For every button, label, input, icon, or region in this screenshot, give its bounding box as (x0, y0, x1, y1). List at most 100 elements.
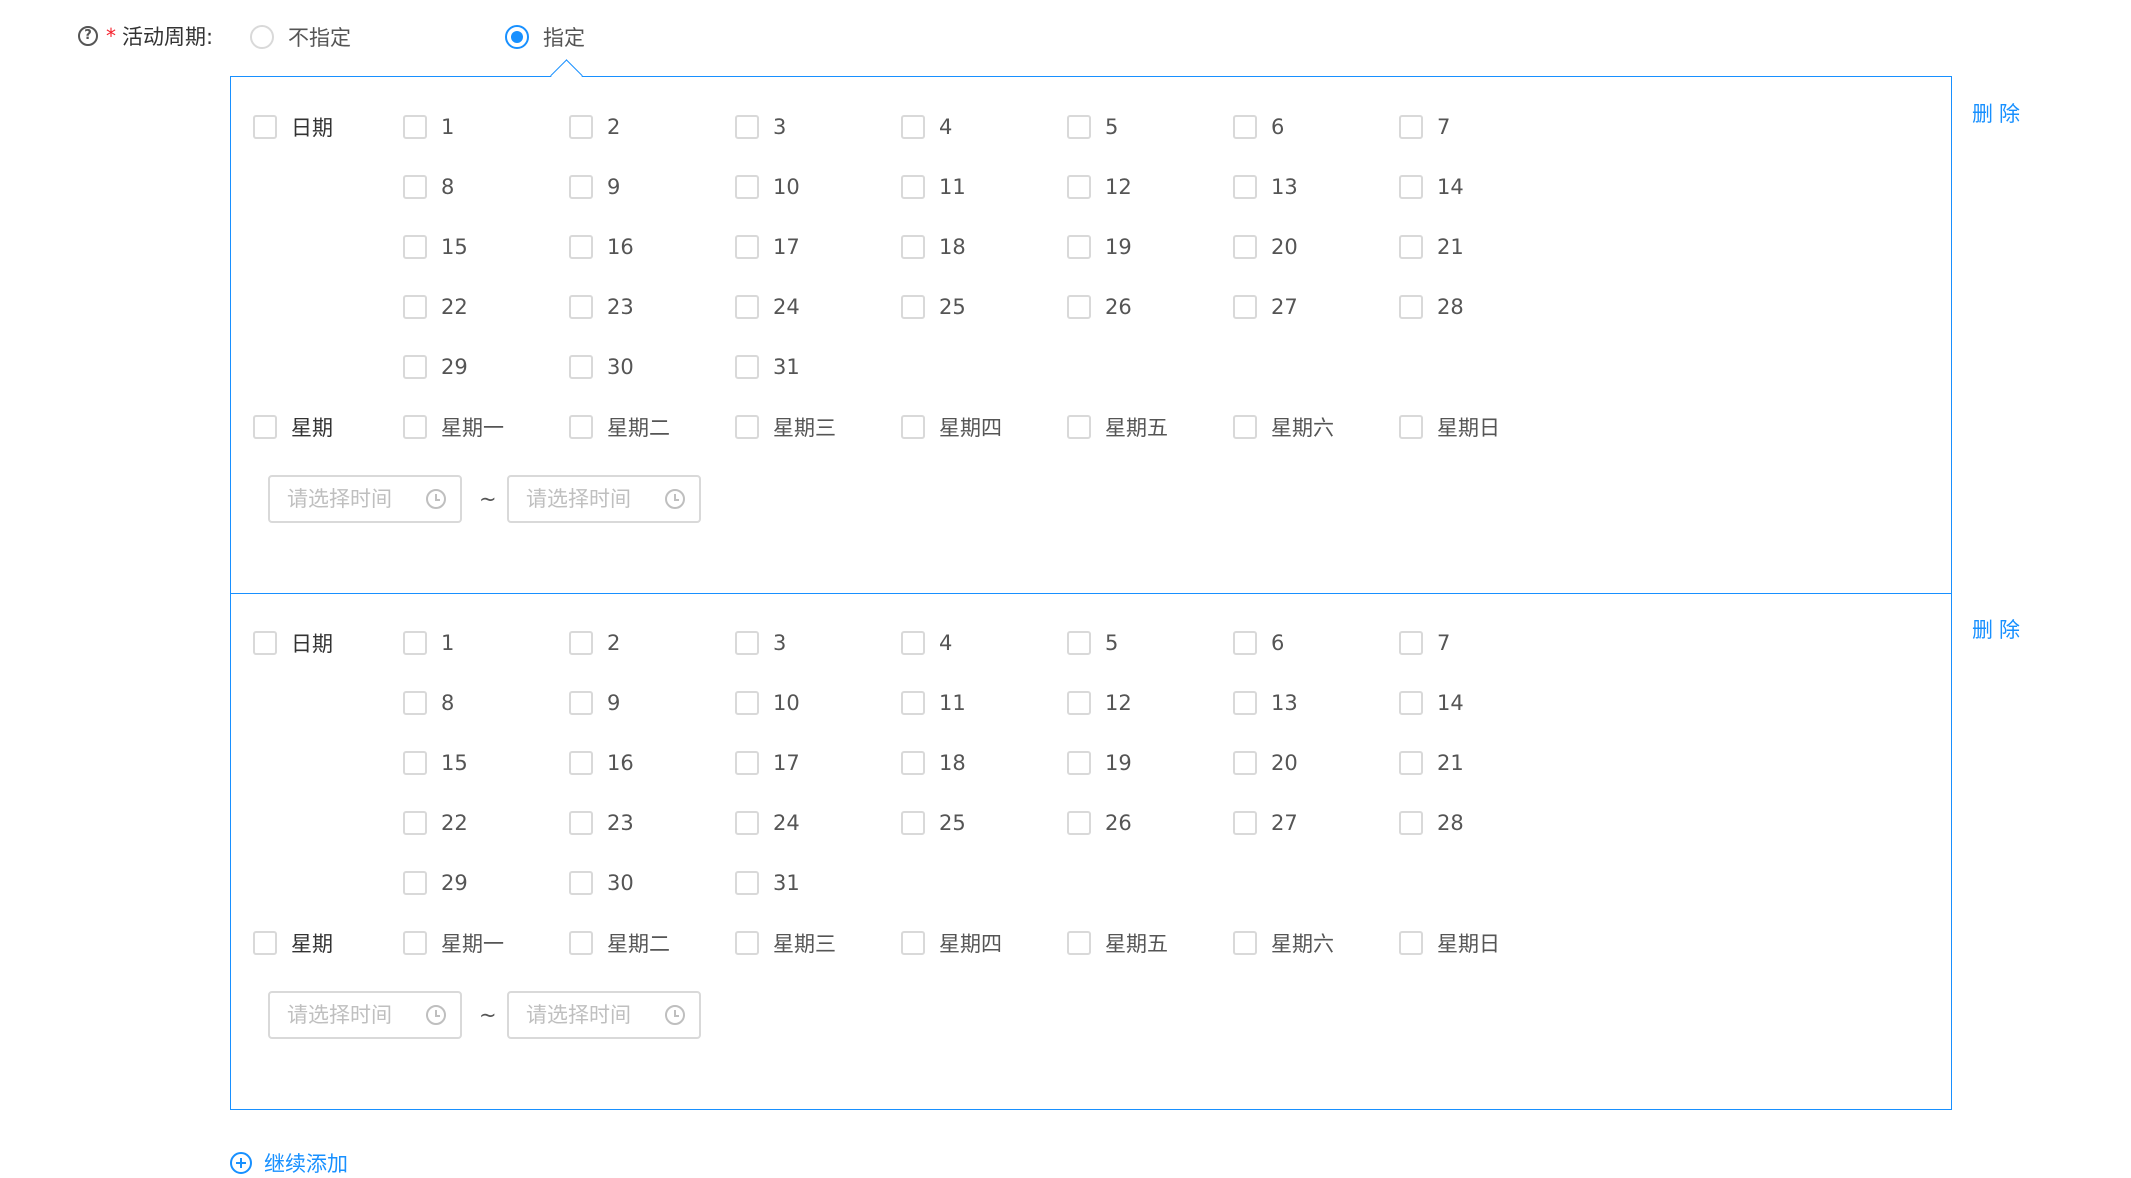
weekday-checkbox[interactable]: 星期四 (901, 412, 1002, 442)
checkbox[interactable] (1067, 295, 1091, 319)
checkbox-label[interactable]: 7 (1437, 631, 1450, 655)
checkbox-label[interactable]: 14 (1437, 175, 1464, 199)
day-checkbox[interactable]: 20 (1233, 232, 1298, 262)
day-checkbox[interactable]: 2 (569, 628, 620, 658)
checkbox-label[interactable]: 8 (441, 175, 454, 199)
time-input-field[interactable] (526, 487, 656, 511)
day-checkbox[interactable]: 10 (735, 172, 800, 202)
checkbox[interactable] (735, 115, 759, 139)
day-checkbox[interactable]: 23 (569, 292, 634, 322)
checkbox[interactable] (901, 175, 925, 199)
checkbox-label[interactable]: 27 (1271, 295, 1298, 319)
plus-circle-icon[interactable] (230, 1152, 252, 1174)
day-checkbox[interactable]: 1 (403, 112, 454, 142)
checkbox[interactable] (569, 631, 593, 655)
date-all-checkbox[interactable]: 日期 (253, 112, 333, 142)
day-checkbox[interactable]: 5 (1067, 112, 1118, 142)
checkbox-label[interactable]: 星期一 (441, 412, 504, 442)
day-checkbox[interactable]: 27 (1233, 808, 1298, 838)
question-circle-icon[interactable]: ? (78, 26, 98, 46)
checkbox-label[interactable]: 5 (1105, 631, 1118, 655)
checkbox-label[interactable]: 9 (607, 691, 620, 715)
checkbox[interactable] (569, 235, 593, 259)
checkbox-label[interactable]: 星期 (291, 928, 333, 958)
checkbox-label[interactable]: 21 (1437, 751, 1464, 775)
checkbox[interactable] (901, 751, 925, 775)
checkbox[interactable] (1067, 811, 1091, 835)
day-checkbox[interactable]: 1 (403, 628, 454, 658)
week-all-checkbox[interactable]: 星期 (253, 928, 333, 958)
checkbox-label[interactable]: 17 (773, 235, 800, 259)
checkbox[interactable] (735, 691, 759, 715)
checkbox[interactable] (735, 175, 759, 199)
day-checkbox[interactable]: 13 (1233, 688, 1298, 718)
checkbox-label[interactable]: 29 (441, 871, 468, 895)
radio-unspecified[interactable] (250, 25, 274, 49)
checkbox[interactable] (735, 751, 759, 775)
day-checkbox[interactable]: 29 (403, 352, 468, 382)
day-checkbox[interactable]: 12 (1067, 172, 1132, 202)
checkbox-label[interactable]: 30 (607, 355, 634, 379)
checkbox-label[interactable]: 星期三 (773, 928, 836, 958)
checkbox-label[interactable]: 7 (1437, 115, 1450, 139)
start-time-picker[interactable] (268, 475, 462, 523)
checkbox-label[interactable]: 22 (441, 811, 468, 835)
weekday-checkbox[interactable]: 星期五 (1067, 412, 1168, 442)
checkbox[interactable] (1399, 631, 1423, 655)
checkbox-label[interactable]: 28 (1437, 295, 1464, 319)
checkbox[interactable] (901, 235, 925, 259)
checkbox[interactable] (1233, 295, 1257, 319)
time-input-field[interactable] (526, 1003, 656, 1027)
day-checkbox[interactable]: 11 (901, 688, 966, 718)
radio-specified[interactable] (505, 25, 529, 49)
radio-label-unspecified[interactable]: 不指定 (288, 22, 351, 52)
checkbox[interactable] (735, 355, 759, 379)
checkbox-label[interactable]: 4 (939, 115, 952, 139)
weekday-checkbox[interactable]: 星期三 (735, 928, 836, 958)
checkbox-label[interactable]: 星期六 (1271, 412, 1334, 442)
week-all-checkbox[interactable]: 星期 (253, 412, 333, 442)
checkbox[interactable] (253, 115, 277, 139)
day-checkbox[interactable]: 10 (735, 688, 800, 718)
weekday-checkbox[interactable]: 星期六 (1233, 928, 1334, 958)
checkbox[interactable] (1399, 931, 1423, 955)
checkbox-label[interactable]: 17 (773, 751, 800, 775)
checkbox-label[interactable]: 日期 (291, 628, 333, 658)
day-checkbox[interactable]: 6 (1233, 112, 1284, 142)
checkbox-label[interactable]: 8 (441, 691, 454, 715)
day-checkbox[interactable]: 22 (403, 808, 468, 838)
delete-rule-button-2[interactable]: 删除 (1972, 614, 2026, 644)
checkbox-label[interactable]: 29 (441, 355, 468, 379)
checkbox[interactable] (735, 415, 759, 439)
checkbox[interactable] (1399, 115, 1423, 139)
day-checkbox[interactable]: 4 (901, 628, 952, 658)
clock-icon[interactable] (665, 489, 685, 509)
checkbox-label[interactable]: 12 (1105, 691, 1132, 715)
checkbox-label[interactable]: 28 (1437, 811, 1464, 835)
checkbox-label[interactable]: 16 (607, 751, 634, 775)
checkbox-label[interactable]: 12 (1105, 175, 1132, 199)
day-checkbox[interactable]: 24 (735, 808, 800, 838)
checkbox[interactable] (1399, 415, 1423, 439)
checkbox-label[interactable]: 4 (939, 631, 952, 655)
checkbox-label[interactable]: 星期五 (1105, 928, 1168, 958)
day-checkbox[interactable]: 30 (569, 352, 634, 382)
checkbox[interactable] (1399, 751, 1423, 775)
checkbox[interactable] (1067, 175, 1091, 199)
checkbox-label[interactable]: 30 (607, 871, 634, 895)
day-checkbox[interactable]: 21 (1399, 748, 1464, 778)
checkbox[interactable] (1067, 751, 1091, 775)
radio-label-specified[interactable]: 指定 (543, 22, 585, 52)
day-checkbox[interactable]: 16 (569, 232, 634, 262)
checkbox-label[interactable]: 3 (773, 115, 786, 139)
checkbox-label[interactable]: 1 (441, 631, 454, 655)
checkbox[interactable] (403, 691, 427, 715)
checkbox[interactable] (735, 871, 759, 895)
add-more-label[interactable]: 继续添加 (264, 1148, 348, 1178)
day-checkbox[interactable]: 22 (403, 292, 468, 322)
add-more-button[interactable]: 继续添加 (230, 1148, 348, 1178)
checkbox-label[interactable]: 6 (1271, 631, 1284, 655)
delete-rule-button-1[interactable]: 删除 (1972, 98, 2026, 128)
checkbox[interactable] (253, 931, 277, 955)
checkbox-label[interactable]: 20 (1271, 235, 1298, 259)
